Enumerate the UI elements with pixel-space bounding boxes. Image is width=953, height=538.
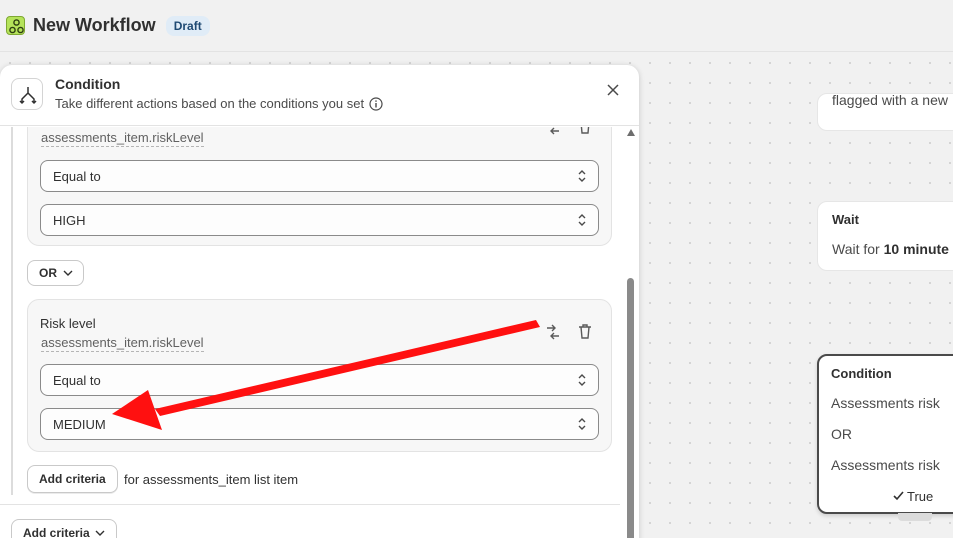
wait-node-body: Wait for 10 minute	[832, 241, 949, 257]
criteria-scroll-area[interactable]: assessments_item.riskLevel Equal to HIGH	[0, 127, 639, 538]
wait-node-title: Wait	[832, 212, 859, 227]
trigger-node[interactable]: flagged with a new	[817, 92, 953, 131]
condition-node-line: Assessments risk	[831, 395, 940, 411]
chevron-updown-icon	[578, 214, 586, 226]
condition-node-title: Condition	[831, 366, 892, 381]
criterion-label: Risk level	[40, 316, 96, 331]
scrollbar-thumb[interactable]	[627, 278, 634, 538]
criterion-card: assessments_item.riskLevel Equal to HIGH	[27, 127, 612, 246]
criterion-field-path[interactable]: assessments_item.riskLevel	[41, 335, 204, 352]
criterion-card: Risk level assessments_item.riskLevel Eq…	[27, 299, 612, 452]
wait-node[interactable]: Wait Wait for 10 minute	[817, 201, 953, 271]
workflow-app-icon	[6, 16, 25, 35]
condition-panel: Condition Take different actions based o…	[0, 65, 639, 538]
trigger-node-text: flagged with a new	[832, 92, 948, 108]
top-bar: New Workflow Draft	[0, 0, 953, 52]
criterion-field-path[interactable]: assessments_item.riskLevel	[41, 130, 204, 147]
info-icon[interactable]	[369, 96, 383, 111]
panel-header: Condition Take different actions based o…	[0, 65, 639, 126]
divider	[0, 504, 620, 505]
condition-node-or: OR	[831, 426, 852, 442]
close-icon[interactable]	[604, 81, 622, 99]
list-item-scope-text: for assessments_item list item	[124, 472, 299, 487]
panel-subtitle: Take different actions based on the cond…	[55, 96, 383, 111]
chevron-updown-icon	[578, 170, 586, 182]
operator-select[interactable]: Equal to	[40, 364, 599, 396]
scroll-up-arrow-icon[interactable]	[627, 129, 635, 136]
status-badge: Draft	[165, 15, 210, 36]
or-logic-button[interactable]: OR	[27, 260, 84, 286]
add-criteria-button[interactable]: Add criteria	[27, 465, 118, 493]
panel-scrollbar[interactable]	[625, 127, 635, 538]
condition-node[interactable]: Condition Assessments risk OR Assessment…	[817, 354, 953, 514]
swap-icon[interactable]	[544, 127, 562, 136]
node-connector-handle[interactable]	[898, 513, 932, 521]
condition-split-icon	[11, 78, 43, 110]
criteria-group-rail	[11, 127, 13, 495]
chevron-updown-icon	[578, 418, 586, 430]
swap-icon[interactable]	[544, 323, 562, 341]
condition-node-line: Assessments risk	[831, 457, 940, 473]
value-select[interactable]: HIGH	[40, 204, 599, 236]
value-select[interactable]: MEDIUM	[40, 408, 599, 440]
checkmark-icon	[893, 491, 904, 501]
panel-title: Condition	[55, 76, 121, 92]
operator-select[interactable]: Equal to	[40, 160, 599, 192]
chevron-updown-icon	[578, 374, 586, 386]
true-branch-label[interactable]: True	[893, 489, 933, 504]
add-criteria-group-button[interactable]: Add criteria	[11, 519, 117, 538]
chevron-down-icon	[95, 530, 105, 536]
workflow-title[interactable]: New Workflow	[33, 15, 156, 36]
trash-icon[interactable]	[576, 127, 594, 135]
trash-icon[interactable]	[576, 322, 594, 340]
chevron-down-icon	[63, 270, 73, 276]
